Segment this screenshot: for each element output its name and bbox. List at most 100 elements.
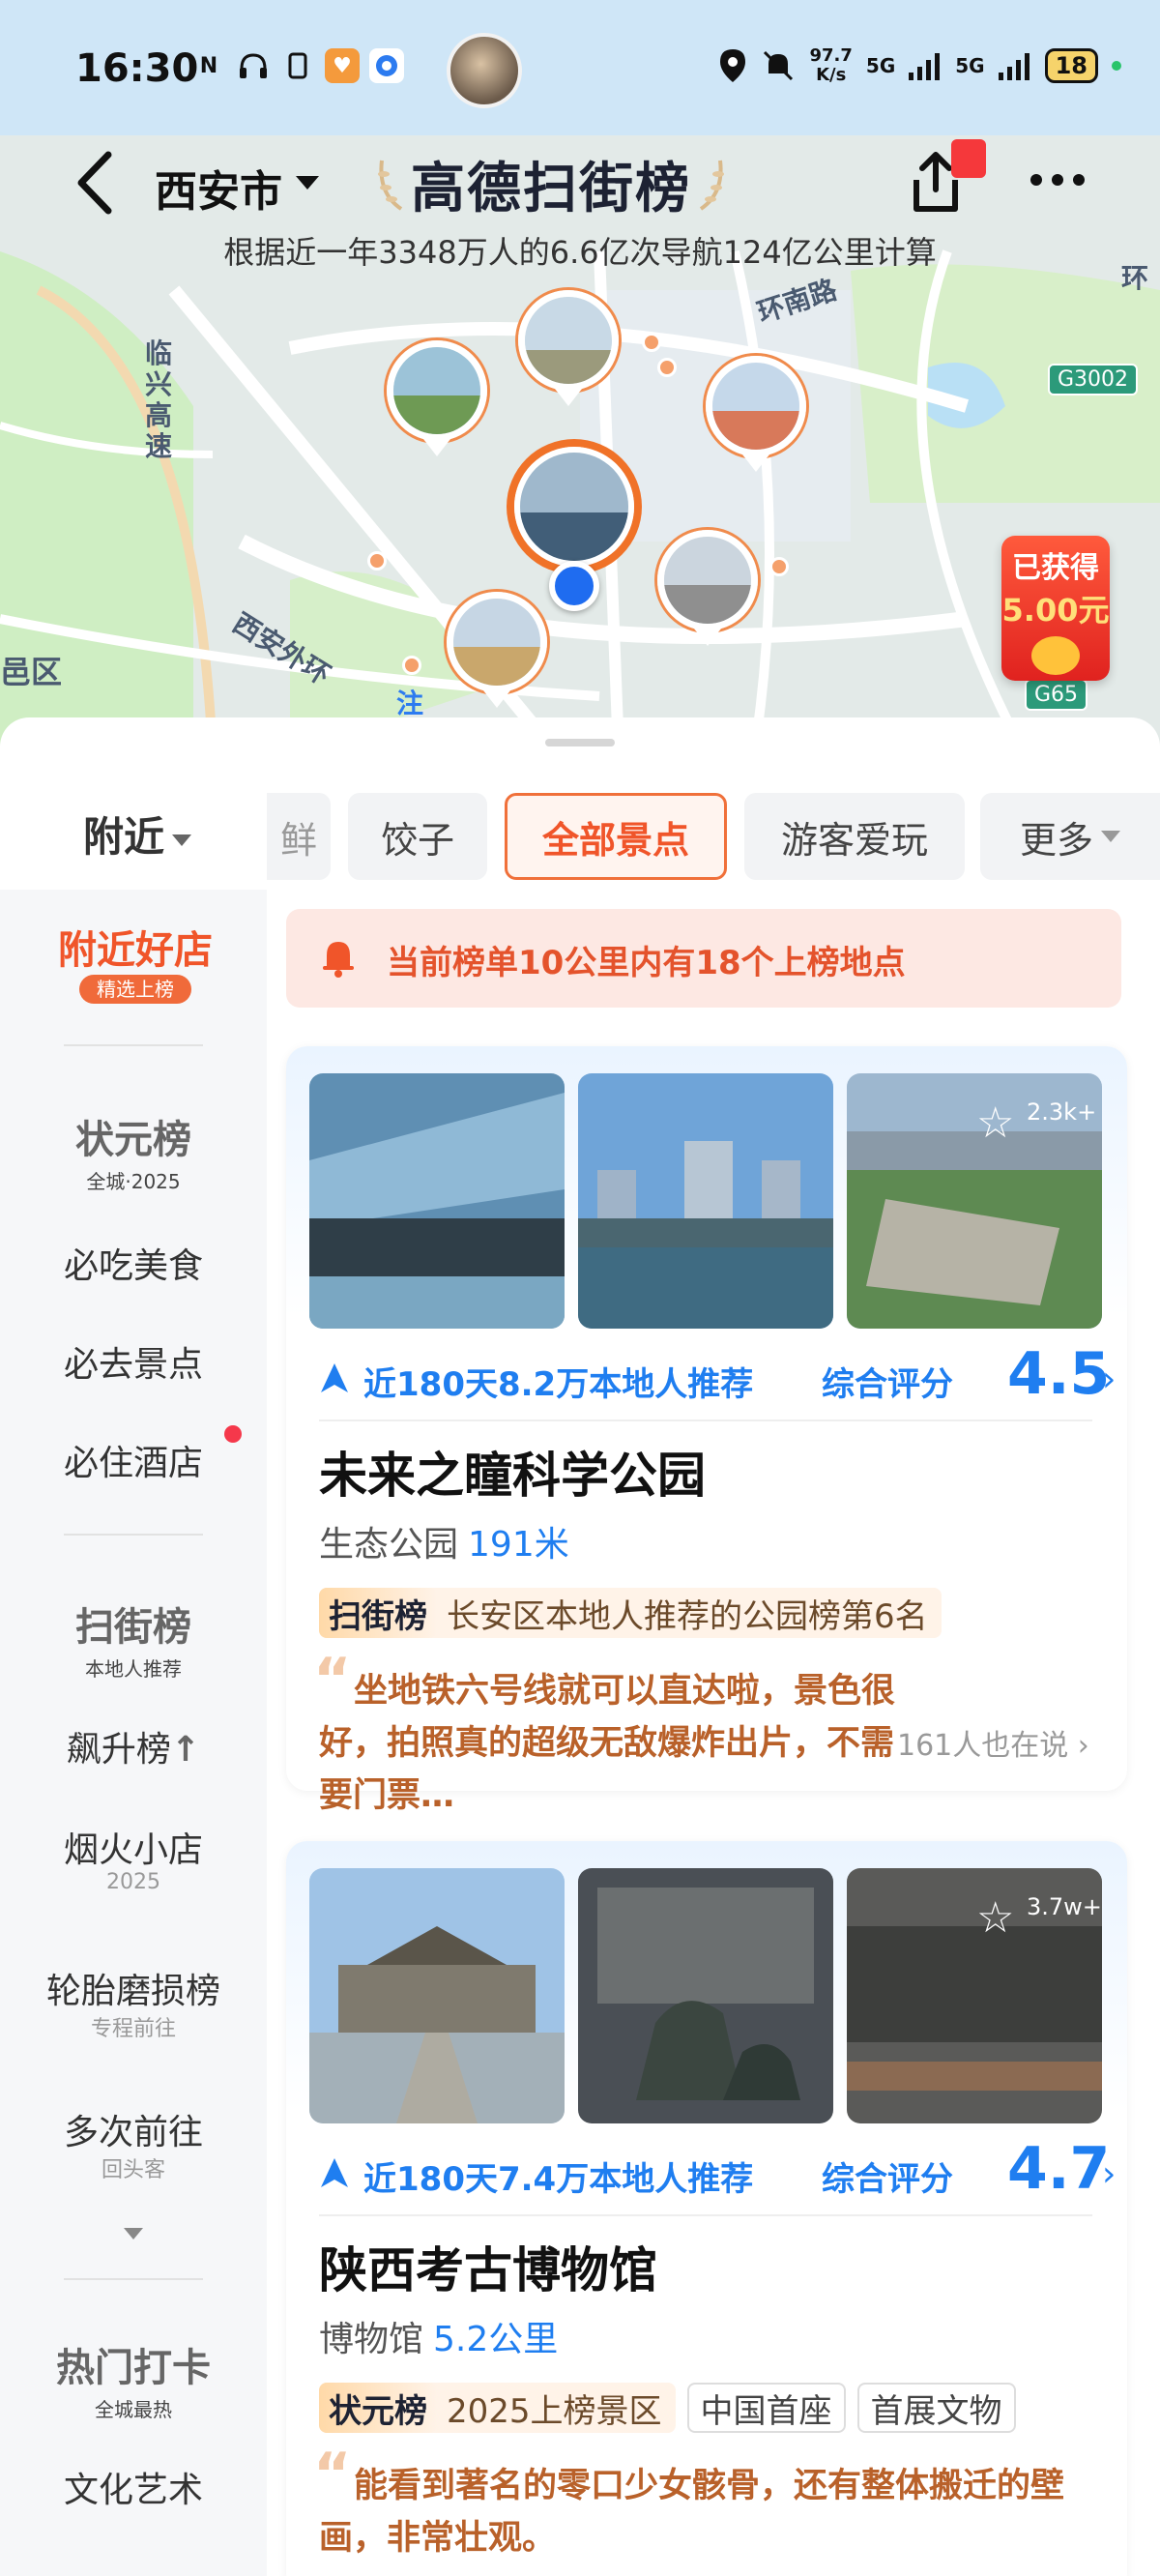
redpacket-line2: 5.00元 — [1001, 592, 1110, 629]
rank-row[interactable]: 扫街榜 长安区本地人推荐的公园榜第6名 — [319, 1588, 942, 1638]
sidebar-item-label: 飙升榜 — [66, 1730, 171, 1770]
favorite-count-value: 2.3k+ — [1027, 1098, 1097, 1126]
battery-level: 18 — [1055, 52, 1088, 79]
signal-1-label: 5G — [865, 54, 896, 77]
expand-chevron-icon[interactable] — [124, 2228, 143, 2239]
map-pin[interactable] — [706, 356, 806, 472]
poi-distance: 5.2公里 — [433, 2320, 559, 2359]
sidebar-item[interactable]: 飙升榜↑ — [0, 1721, 267, 1771]
recommend-row[interactable]: 近180天7.4万本地人推荐 综合评分 4.7 › — [319, 2135, 1116, 2203]
map-view[interactable]: 16:30 N ♥ 97.7 K/s 5G 5G 18 西安市 高德扫街榜 根据… — [0, 0, 1160, 754]
chevron-down-icon — [172, 834, 192, 846]
sidebar-divider — [64, 1044, 203, 1046]
map-pin[interactable] — [387, 340, 487, 456]
rank-tag: 扫街榜 长安区本地人推荐的公园榜第6名 — [319, 1588, 942, 1638]
poi-title[interactable]: 未来之瞳科学公园 — [319, 1437, 706, 1507]
poi-photo[interactable] — [309, 1868, 565, 2123]
nearby-filter[interactable]: 附近 — [83, 805, 192, 864]
map-dot[interactable] — [402, 656, 421, 675]
chevron-right-icon: › — [1102, 2154, 1116, 2194]
poi-title[interactable]: 陕西考古博物馆 — [319, 2232, 657, 2301]
score-value: 4.7 — [1007, 2135, 1111, 2203]
laurel-left-icon — [378, 160, 403, 211]
quote-icon: “ — [313, 1646, 352, 1713]
status-time: 16:30 — [75, 46, 199, 91]
rank-tag: 状元榜 2025上榜景区 — [319, 2383, 676, 2433]
map-pin[interactable] — [657, 530, 758, 646]
location-icon — [720, 49, 746, 82]
back-button[interactable] — [68, 149, 126, 217]
card-divider — [319, 1420, 1092, 1421]
chevron-down-icon — [1101, 831, 1120, 842]
sheet-grabber[interactable] — [545, 739, 615, 746]
tab-chip[interactable]: 鲜 — [267, 793, 331, 880]
status-avatar — [447, 33, 522, 108]
poi-card[interactable]: ☆ 3.7w+ 近180天7.4万本地人推荐 综合评分 4.7 › 陕西考古博物… — [286, 1841, 1127, 2576]
poi-photo[interactable] — [578, 1868, 833, 2123]
sidebar-item-sub: 回头客 — [101, 2158, 165, 2182]
navigation-arrow-icon — [321, 2158, 348, 2187]
map-dot[interactable] — [367, 551, 387, 571]
city-selector[interactable]: 西安市 — [155, 157, 282, 219]
map-dot[interactable] — [657, 358, 677, 377]
sidebar-item[interactable]: 必去景点 — [0, 1336, 267, 1387]
tab-chip[interactable]: 游客爱玩 — [744, 793, 965, 880]
rank-text: 长安区本地人推荐的公园榜第6名 — [447, 1596, 928, 1636]
privacy-dot — [1112, 61, 1121, 71]
more-tab[interactable]: 更多 — [980, 793, 1160, 880]
nfc-icon: N — [199, 53, 218, 78]
nearby-label: 附近 — [83, 813, 165, 861]
favorite-count[interactable]: ☆ 2.3k+ — [976, 1091, 1112, 1149]
nearby-good-shops[interactable]: 附近好店 精选上榜 — [29, 919, 242, 1011]
score-label: 综合评分 — [822, 1365, 953, 1404]
ranking-sidebar: 附近好店 精选上榜 状元榜 全城·2025 必吃美食 必去景点 必住酒店 扫街榜… — [0, 890, 267, 2576]
page-subtitle: 根据近一年3348万人的6.6亿次导航124亿公里计算 — [223, 234, 937, 271]
tab-chip[interactable]: 饺子 — [348, 793, 487, 880]
favorite-count[interactable]: ☆ 3.7w+ — [976, 1886, 1112, 1944]
review-snippet[interactable]: “ 能看到著名的零口少女骸骨，还有整体搬迁的壁画，非常壮观。 — [313, 2445, 1092, 2564]
poi-photo[interactable] — [309, 1073, 565, 1329]
redpacket-reward[interactable]: 已获得 5.00元 — [1001, 536, 1110, 681]
sidebar-item[interactable]: 必住酒店 — [0, 1435, 267, 1485]
sidebar-divider — [64, 1534, 203, 1536]
map-dot[interactable] — [769, 557, 789, 576]
sim-icon — [280, 48, 315, 83]
sidebar-item[interactable]: 文化艺术 — [0, 2462, 267, 2512]
rank-brand: 状元榜 — [319, 2383, 437, 2433]
back-arrow-icon — [77, 151, 112, 215]
rank-text: 2025上榜景区 — [447, 2391, 662, 2431]
local-recommend-text: 近180天7.4万本地人推荐 — [363, 2160, 754, 2199]
nearby-good-shops-title: 附近好店 — [58, 928, 213, 973]
sidebar-item[interactable]: 轮胎磨损榜 — [0, 1963, 267, 2013]
poi-photo[interactable] — [578, 1073, 833, 1329]
map-pin[interactable] — [447, 592, 547, 708]
brand-title: 高德扫街榜 — [372, 145, 730, 222]
recommend-row[interactable]: 近180天8.2万本地人推荐 综合评分 4.5 › — [319, 1340, 1116, 1408]
rank-row[interactable]: 状元榜 2025上榜景区 中国首座 首展文物 — [319, 2383, 1016, 2433]
feature-tag: 首展文物 — [856, 2383, 1016, 2433]
poi-meta: 生态公园 191米 — [319, 1516, 569, 1566]
map-label-huan: 环 — [1121, 262, 1149, 294]
poi-card[interactable]: ☆ 2.3k+ 近180天8.2万本地人推荐 综合评分 4.5 › 未来之瞳科学… — [286, 1046, 1127, 1815]
signal-2-label: 5G — [955, 54, 985, 77]
sidebar-item[interactable]: 烟火小店 — [0, 1822, 267, 1872]
tab-chip-active[interactable]: 全部景点 — [505, 793, 727, 880]
map-pin[interactable] — [518, 290, 619, 406]
headphones-icon — [236, 48, 271, 83]
poi-category: 博物馆 — [319, 2320, 424, 2359]
review-count[interactable]: 161人也在说 › — [897, 1721, 1089, 1764]
network-speed-unit: K/s — [816, 65, 847, 85]
map-label-zhu: 注 — [396, 688, 424, 719]
zhuangyuan-sub: 全城·2025 — [86, 1170, 181, 1193]
more-menu-button[interactable] — [1030, 174, 1085, 186]
city-caret-icon[interactable] — [296, 176, 319, 190]
sidebar-item[interactable]: 多次前往 — [0, 2104, 267, 2154]
battery-indicator: 18 — [1044, 48, 1098, 83]
feature-tag: 中国首座 — [686, 2383, 846, 2433]
network-speed: 97.7 K/s — [809, 46, 852, 85]
map-dot[interactable] — [642, 333, 661, 352]
category-tabs: 附近 鲜 饺子 全部景点 游客爱玩 更多 — [0, 776, 1160, 882]
review-count-text: 161人也在说 — [897, 1729, 1069, 1763]
sidebar-item[interactable]: 必吃美食 — [0, 1238, 267, 1288]
chevron-right-icon: › — [1102, 1360, 1116, 1399]
